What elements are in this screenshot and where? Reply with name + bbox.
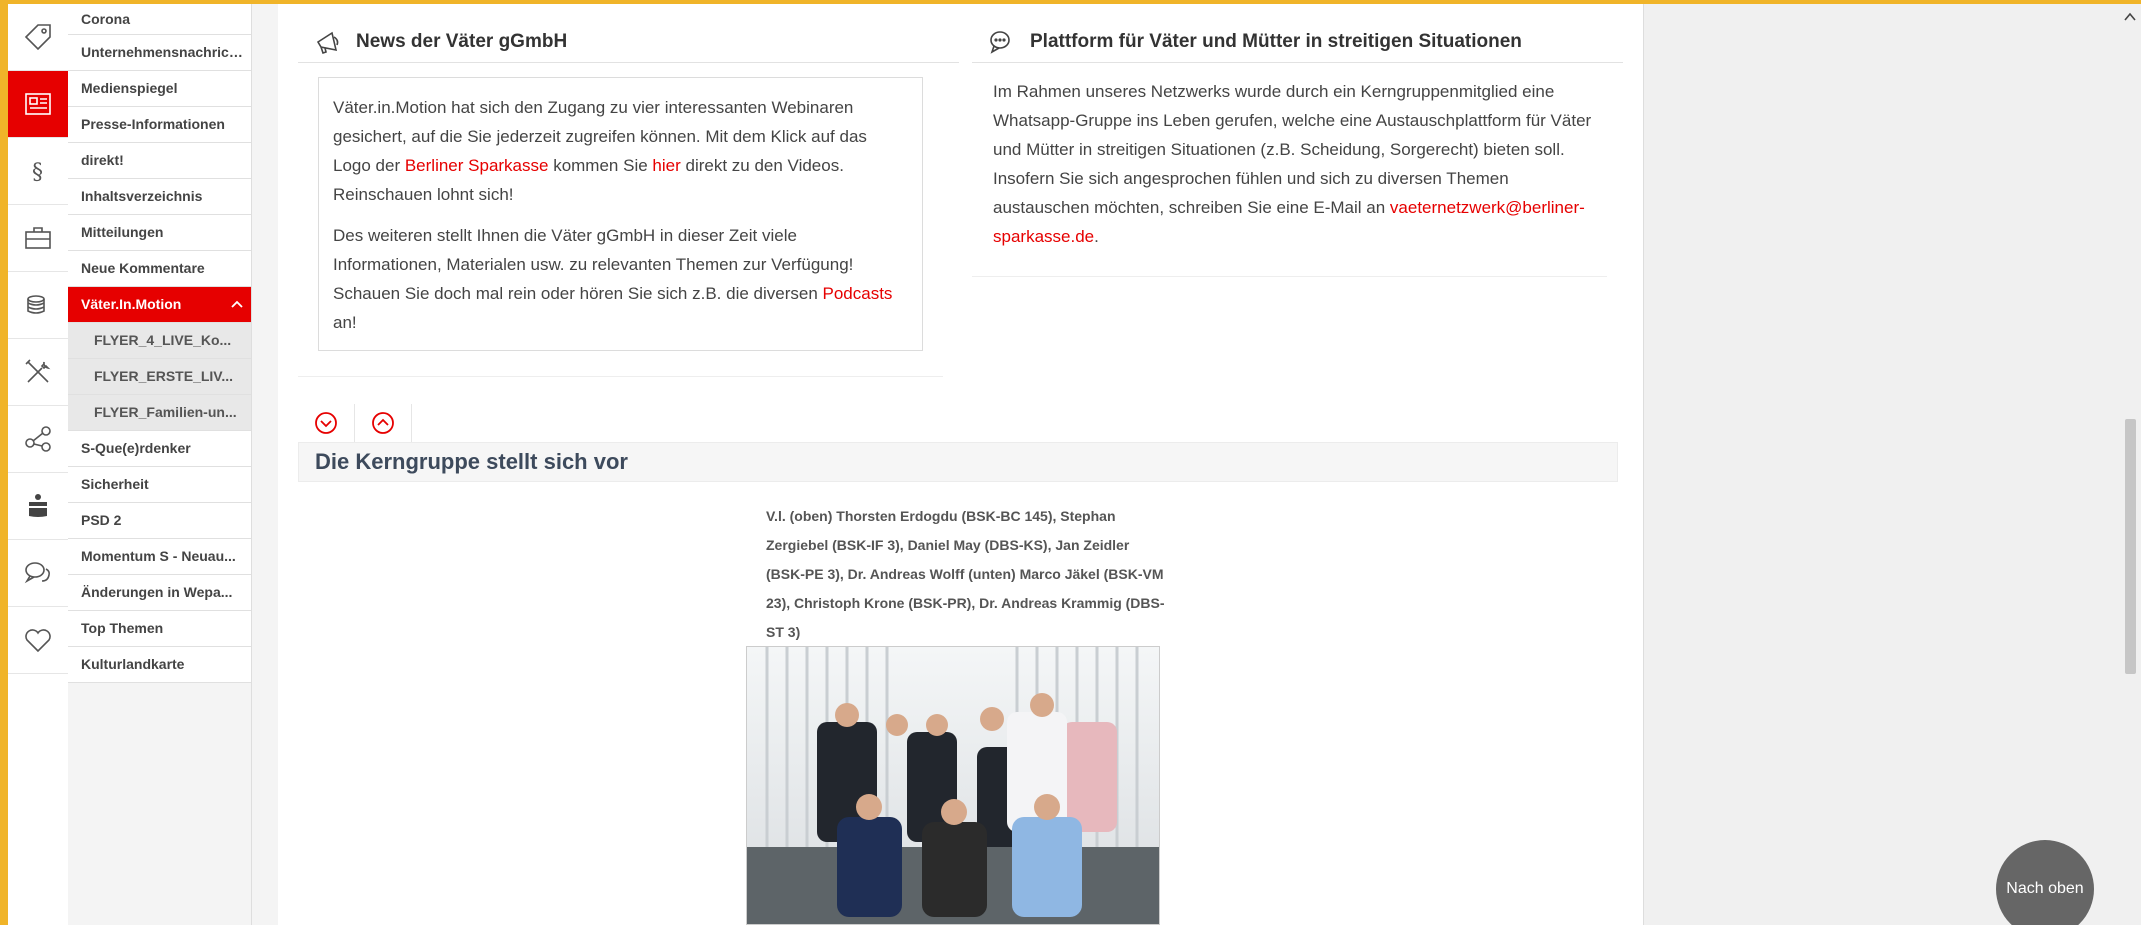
rail-item-sparkasse[interactable] [8,473,68,540]
sidebar-item[interactable]: Top Themen [68,611,251,647]
scroll-up-icon[interactable] [2123,10,2137,28]
sidebar-subitem[interactable]: FLYER_ERSTE_LIV... [68,359,251,395]
podcasts-link[interactable]: Podcasts [823,284,893,303]
scrollbar-thumb[interactable] [2125,419,2136,674]
sidebar-item[interactable]: PSD 2 [68,503,251,539]
sidebar-item[interactable]: Mitteilungen [68,215,251,251]
content-gutter [252,4,278,925]
chevron-down-circle-icon [315,412,337,434]
platform-card-header: Plattform für Väter und Mütter in streit… [972,22,1623,63]
videos-link[interactable]: hier [652,156,680,175]
sidebar-item[interactable]: S-Que(e)rdenker [68,431,251,467]
main-content: News der Väter gGmbH Väter.in.Motion hat… [278,4,1644,925]
heart-icon [25,629,51,653]
team-photo [746,646,1160,925]
app-frame: § Corona Unternehmensnachrichten Mediens… [8,4,2141,925]
coins-icon [27,295,45,314]
chevron-up-circle-icon [372,412,394,434]
sidebar-item[interactable]: Corona [68,4,251,35]
megaphone-icon [316,31,339,55]
rail-item-tags[interactable] [8,4,68,71]
sidebar-item[interactable]: Änderungen in Wepa... [68,575,251,611]
collapse-all-button[interactable] [355,404,412,442]
rail-item-favorites[interactable] [8,607,68,674]
paragraph-icon: § [32,160,43,185]
chat-bubbles-icon [24,562,50,584]
sidebar-item[interactable]: direkt! [68,143,251,179]
news-title: News der Väter gGmbH [356,31,568,52]
expand-all-button[interactable] [298,404,355,442]
sidebar-item[interactable]: Medienspiegel [68,71,251,107]
sidebar-item-label: Väter.In.Motion [81,296,182,312]
share-icon [25,426,51,452]
sidebar-item[interactable]: Momentum S - Neuau... [68,539,251,575]
briefcase-icon [25,227,51,249]
right-margin [1644,4,2120,925]
text-span: kommen Sie [548,156,653,175]
text-span: an! [333,313,357,332]
kerngruppe-header[interactable]: Die Kerngruppe stellt sich vor [298,442,1618,482]
text-span: Im Rahmen unseres Netzwerks wurde durch … [993,82,1592,217]
berliner-sparkasse-link[interactable]: Berliner Sparkasse [405,156,549,175]
platform-body: Im Rahmen unseres Netzwerks wurde durch … [993,77,1603,251]
chevron-up-icon[interactable] [231,287,243,322]
page-scrollbar[interactable] [2120,4,2141,925]
sidebar-item[interactable]: Unternehmensnachrichten [68,35,251,71]
sidebar-item[interactable]: Inhaltsverzeichnis [68,179,251,215]
news-card-header: News der Väter gGmbH [298,22,959,63]
svg-text:§: § [32,160,43,185]
sidebar-item-active[interactable]: Väter.In.Motion [68,287,251,323]
news-paragraph-2: Des weiteren stellt Ihnen die Väter gGmb… [333,221,908,337]
sidebar-subitem[interactable]: FLYER_4_LIVE_Ko... [68,323,251,359]
rail-item-network[interactable] [8,406,68,473]
text-span: Des weiteren stellt Ihnen die Väter gGmb… [333,226,854,303]
sidebar-item[interactable]: Sicherheit [68,467,251,503]
price-tag-icon [24,24,51,51]
sidebar-item[interactable]: Neue Kommentare [68,251,251,287]
sidebar-item[interactable]: Presse-Informationen [68,107,251,143]
icon-rail: § [8,4,69,925]
news-body: Väter.in.Motion hat sich den Zugang zu v… [318,77,923,351]
rail-item-business[interactable] [8,205,68,272]
rail-item-tools[interactable] [8,339,68,406]
news-paragraph-1: Väter.in.Motion hat sich den Zugang zu v… [333,93,908,209]
sidebar-item[interactable]: Kulturlandkarte [68,647,251,683]
tools-icon [25,359,51,383]
rail-item-finance[interactable] [8,272,68,339]
expand-toggles [298,404,412,442]
rail-item-legal[interactable]: § [8,138,68,205]
chat-bubbles-icon [990,31,1010,54]
divider [298,376,943,377]
text-span: . [1094,227,1099,246]
divider [972,276,1607,277]
rail-item-news[interactable] [8,71,68,138]
photo-caption: V.l. (oben) Thorsten Erdogdu (BSK-BC 145… [766,508,1165,640]
newspaper-icon [25,93,51,115]
savings-bank-icon [29,494,47,517]
sidebar-subitem[interactable]: FLYER_Familien-un... [68,395,251,431]
platform-title: Plattform für Väter und Mütter in streit… [1030,31,1522,52]
sidebar-nav: Corona Unternehmensnachrichten Medienspi… [68,4,252,925]
rail-item-discussion[interactable] [8,540,68,607]
